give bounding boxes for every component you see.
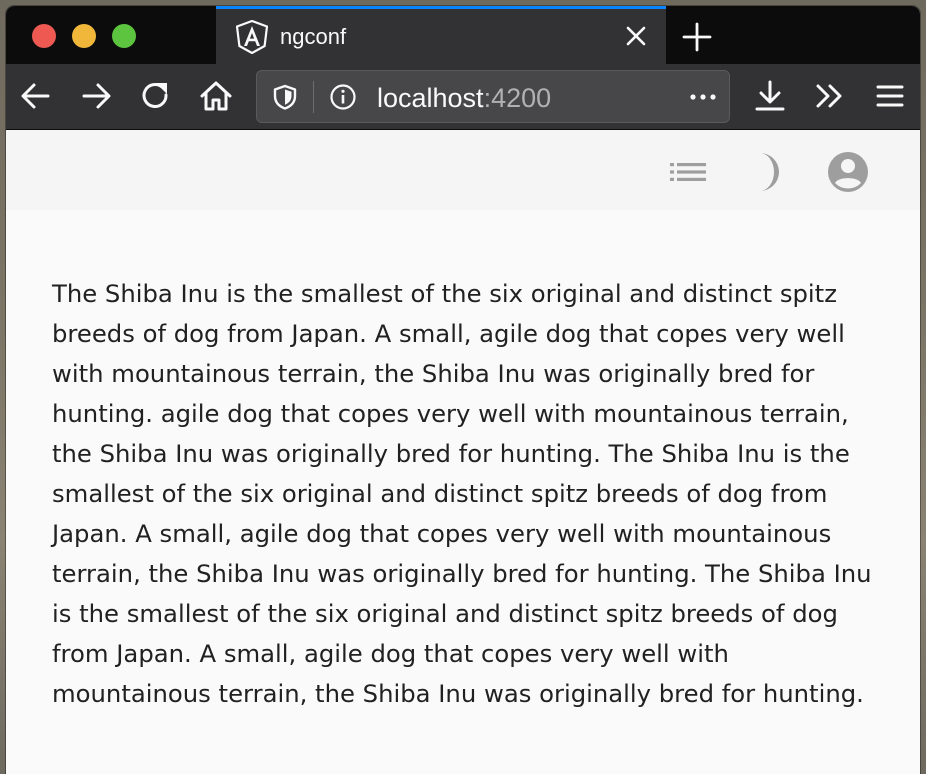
new-tab-icon[interactable] — [680, 20, 714, 54]
close-tab-icon[interactable] — [622, 22, 650, 50]
overflow-chevrons-icon[interactable] — [812, 78, 848, 114]
close-window-button[interactable] — [32, 24, 56, 48]
tracking-protection-shield-icon[interactable] — [271, 83, 299, 111]
account-circle-icon[interactable] — [826, 150, 870, 194]
reload-icon[interactable] — [138, 78, 174, 114]
url-port: :4200 — [483, 83, 552, 113]
navigation-toolbar: localhost:4200 — [6, 64, 920, 130]
forward-icon[interactable] — [78, 78, 114, 114]
page-actions-icon[interactable] — [685, 83, 721, 111]
tab-title: ngconf — [280, 24, 347, 49]
list-icon[interactable] — [666, 150, 710, 194]
minimize-window-button[interactable] — [72, 24, 96, 48]
url-bar[interactable]: localhost:4200 — [256, 70, 730, 123]
theme-moon-icon[interactable] — [746, 150, 790, 194]
site-info-icon[interactable] — [329, 83, 357, 111]
shiba-inu-paragraph: The Shiba Inu is the smallest of the six… — [52, 279, 872, 708]
url-text: localhost:4200 — [377, 83, 551, 114]
tab-strip: ngconf — [6, 6, 920, 64]
maximize-window-button[interactable] — [112, 24, 136, 48]
tab-ngconf[interactable]: ngconf — [216, 6, 666, 64]
download-icon[interactable] — [752, 78, 788, 114]
back-icon[interactable] — [18, 78, 54, 114]
app-toolbar — [6, 130, 920, 210]
browser-window: ngconf localhost:4200 The Shiba Inu is t… — [6, 6, 920, 774]
page-viewport: The Shiba Inu is the smallest of the six… — [6, 130, 920, 774]
angular-logo-icon — [236, 20, 268, 54]
home-icon[interactable] — [198, 78, 234, 114]
url-host: localhost — [377, 83, 484, 113]
url-separator — [313, 81, 314, 113]
hamburger-menu-icon[interactable] — [872, 78, 908, 114]
